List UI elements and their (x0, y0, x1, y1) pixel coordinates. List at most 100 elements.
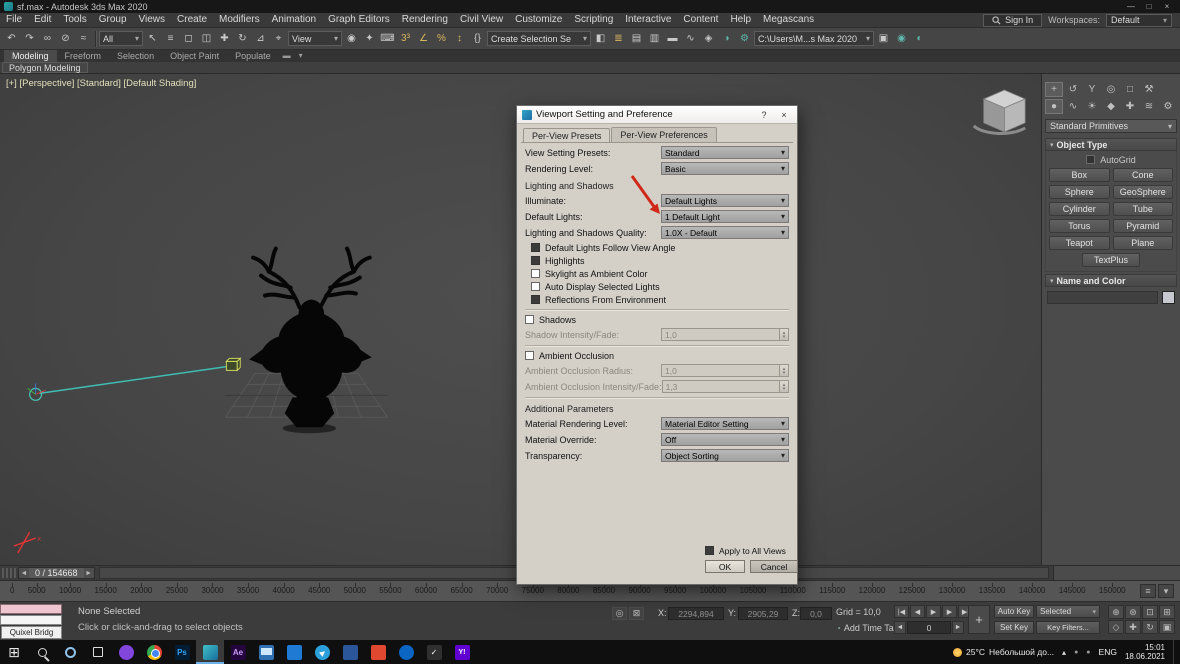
set-keys-button[interactable]: + (968, 605, 990, 634)
shadow-intensity-spinner[interactable]: 1,0 (661, 328, 789, 341)
render-production-icon[interactable]: ◉ (893, 30, 910, 47)
object-type-rollout-header[interactable]: Object Type (1045, 138, 1177, 151)
app-purple-icon[interactable] (112, 640, 140, 664)
field-of-view-icon[interactable]: ◇ (1108, 620, 1124, 634)
dialog-tab[interactable]: Per-View Presets (523, 128, 611, 143)
after-effects-icon[interactable]: Ae (224, 640, 252, 664)
layer-explorer-icon[interactable]: ▥ (646, 30, 663, 47)
shadows-checkbox[interactable]: Shadows (525, 314, 789, 325)
maxscript-mini-listener-white[interactable] (0, 615, 62, 625)
object-color-swatch[interactable] (1162, 291, 1175, 304)
spinner-buttons[interactable] (779, 365, 788, 376)
select-and-rotate-icon[interactable]: ↻ (234, 30, 251, 47)
scene-explorer-icon[interactable]: ▤ (628, 30, 645, 47)
app-red-icon[interactable] (364, 640, 392, 664)
material-rendering-dropdown[interactable]: Material Editor Setting (661, 417, 789, 430)
menu-item[interactable]: Create (171, 13, 213, 27)
zoom-icon[interactable]: ⊕ (1108, 605, 1124, 619)
weather-widget[interactable]: 25°C Небольшой до... (953, 647, 1054, 657)
coordinate-system-dropdown[interactable]: View (288, 31, 342, 46)
cancel-button[interactable]: Cancel (750, 560, 798, 573)
lighting-checkbox[interactable]: Highlights (531, 255, 783, 266)
ribbon-toggle-icon[interactable]: ▬ (664, 30, 681, 47)
spacewarps-category-icon[interactable]: ≋ (1140, 99, 1158, 114)
spinner-snap-icon[interactable]: ↕ (451, 30, 468, 47)
transparency-dropdown[interactable]: Object Sorting (661, 449, 789, 462)
select-and-place-icon[interactable]: ⌖ (270, 30, 287, 47)
add-time-tag[interactable]: ◔ Add Time Tag (836, 623, 899, 633)
key-filters-button[interactable]: Key Filters... (1036, 621, 1100, 634)
spinner-buttons[interactable] (779, 329, 788, 340)
clock[interactable]: 15:01 18.06.2021 (1125, 643, 1165, 661)
auto-key-button[interactable]: Auto Key (994, 605, 1034, 618)
object-type-button[interactable]: Cone (1112, 168, 1173, 182)
yahoo-icon[interactable]: Y! (448, 640, 476, 664)
primitives-dropdown[interactable]: Standard Primitives (1045, 119, 1177, 133)
app-blue-icon[interactable] (280, 640, 308, 664)
language-indicator[interactable]: ENG (1099, 647, 1117, 657)
menu-item[interactable]: File (0, 13, 28, 27)
ao-radius-spinner[interactable]: 1,0 (661, 364, 789, 377)
tray-expand-icon[interactable]: ▴ (1062, 648, 1066, 657)
polygon-modeling-panel-tab[interactable]: Polygon Modeling (2, 62, 88, 73)
display-tab-icon[interactable]: □ (1121, 82, 1139, 97)
next-frame-arrow-icon[interactable]: ► (84, 570, 94, 577)
ribbon-dropdown-icon[interactable]: ▾ (294, 50, 308, 62)
object-type-button[interactable]: Box (1049, 168, 1110, 182)
ambient-occlusion-checkbox[interactable]: Ambient Occlusion (525, 350, 789, 361)
rectangular-selection-icon[interactable]: ◻ (180, 30, 197, 47)
remote-desktop-icon[interactable] (252, 640, 280, 664)
ao-intensity-spinner[interactable]: 1,3 (661, 380, 789, 393)
tray-icon[interactable]: ● (1074, 649, 1078, 656)
workspaces-dropdown[interactable]: Default (1106, 13, 1172, 27)
object-type-button[interactable]: Cylinder (1049, 202, 1110, 216)
selection-lock-icon[interactable]: ⊠ (629, 607, 644, 620)
search-button[interactable] (28, 640, 56, 664)
object-type-button[interactable]: Torus (1049, 219, 1110, 233)
autogrid-checkbox[interactable]: AutoGrid (1086, 154, 1136, 165)
ribbon-minimize-icon[interactable]: ▬ (280, 50, 294, 62)
selection-set-key-dropdown[interactable]: Selected (1036, 605, 1100, 618)
modify-tab-icon[interactable]: ↺ (1064, 82, 1082, 97)
object-type-button[interactable]: Sphere (1049, 185, 1110, 199)
keyboard-override-icon[interactable]: ⌨ (379, 30, 396, 47)
select-by-name-icon[interactable]: ≡ (162, 30, 179, 47)
x-coordinate-field[interactable]: 2294,894 (668, 607, 724, 620)
menu-item[interactable]: Civil View (454, 13, 509, 27)
quixel-bridge-button[interactable]: Quixel Bridg (1, 626, 62, 639)
material-editor-icon[interactable]: ◑ (718, 30, 735, 47)
apply-all-views-checkbox[interactable]: Apply to All Views (705, 545, 798, 556)
cameras-category-icon[interactable]: ◆ (1102, 99, 1120, 114)
mirror-icon[interactable]: ◧ (592, 30, 609, 47)
undo-icon[interactable]: ↶ (3, 30, 20, 47)
maximize-button[interactable]: □ (1140, 0, 1158, 13)
dialog-close-button[interactable]: × (776, 110, 792, 120)
percent-snap-icon[interactable]: % (433, 30, 450, 47)
bind-to-space-warp-icon[interactable]: ≈ (75, 30, 92, 47)
play-button[interactable]: ▶ (926, 605, 941, 618)
orbit-icon[interactable]: ↻ (1142, 620, 1158, 634)
menu-item[interactable]: Megascans (757, 13, 820, 27)
systems-category-icon[interactable]: ⚙ (1159, 99, 1177, 114)
spinner-buttons[interactable] (779, 381, 788, 392)
menu-item[interactable]: Rendering (396, 13, 454, 27)
frame-step-back-icon[interactable]: ◄ (894, 621, 906, 634)
schematic-view-icon[interactable]: ◈ (700, 30, 717, 47)
object-type-button[interactable]: Teapot (1049, 236, 1110, 250)
menu-item[interactable]: Edit (28, 13, 57, 27)
frame-step-forward-icon[interactable]: ► (952, 621, 964, 634)
window-crossing-icon[interactable]: ◫ (198, 30, 215, 47)
previous-frame-button[interactable]: ◀ (910, 605, 925, 618)
selection-filter-dropdown[interactable]: All (99, 31, 143, 46)
set-key-button[interactable]: Set Key (994, 621, 1034, 634)
object-type-button[interactable]: TextPlus (1082, 253, 1140, 267)
menu-item[interactable]: Interactive (619, 13, 677, 27)
illuminate-dropdown[interactable]: Default Lights (661, 194, 789, 207)
app-blue-2-icon[interactable] (336, 640, 364, 664)
dialog-tab[interactable]: Per-View Preferences (611, 127, 717, 142)
pan-icon[interactable]: ✚ (1125, 620, 1141, 634)
motion-tab-icon[interactable]: ◎ (1102, 82, 1120, 97)
timeline-options-icon[interactable]: ▾ (1158, 584, 1174, 598)
time-slider[interactable]: ◄ 0 / 154668 ► (18, 567, 95, 579)
isolate-selection-icon[interactable]: ◎ (612, 607, 627, 620)
